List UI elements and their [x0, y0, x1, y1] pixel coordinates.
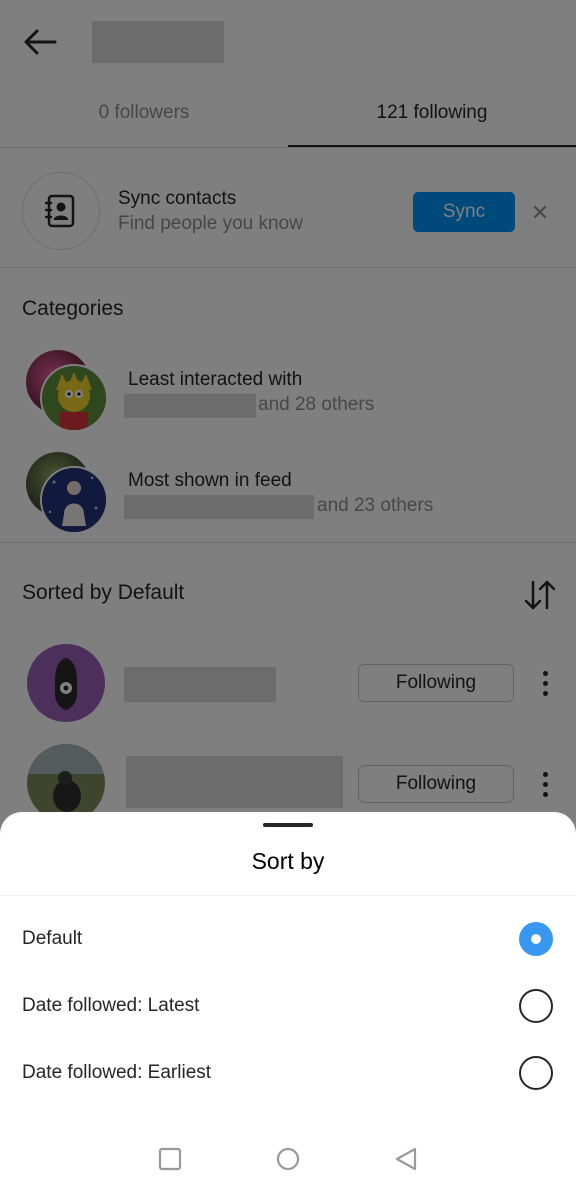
recent-apps-button[interactable] — [157, 1146, 183, 1172]
sheet-title: Sort by — [251, 848, 325, 874]
recent-apps-icon — [158, 1147, 182, 1171]
sort-option-default[interactable]: Default — [0, 910, 576, 972]
radio-selected[interactable] — [519, 922, 553, 956]
following-page: 0 followers 121 following Sync contacts … — [0, 0, 576, 1198]
radio-unselected[interactable] — [519, 989, 553, 1023]
sort-option-earliest[interactable]: Date followed: Earliest — [0, 1044, 576, 1106]
system-nav-bar — [0, 1120, 576, 1198]
home-icon — [276, 1147, 300, 1171]
option-label: Default — [22, 928, 83, 949]
radio-unselected[interactable] — [519, 1056, 553, 1090]
sheet-drag-handle[interactable] — [263, 823, 313, 827]
sheet-divider — [0, 895, 576, 896]
home-button[interactable] — [275, 1146, 301, 1172]
option-label: Date followed: Earliest — [22, 1062, 212, 1083]
system-back-button[interactable] — [393, 1146, 419, 1172]
back-triangle-icon — [395, 1147, 417, 1171]
option-label: Date followed: Latest — [22, 995, 200, 1016]
sort-option-latest[interactable]: Date followed: Latest — [0, 977, 576, 1039]
